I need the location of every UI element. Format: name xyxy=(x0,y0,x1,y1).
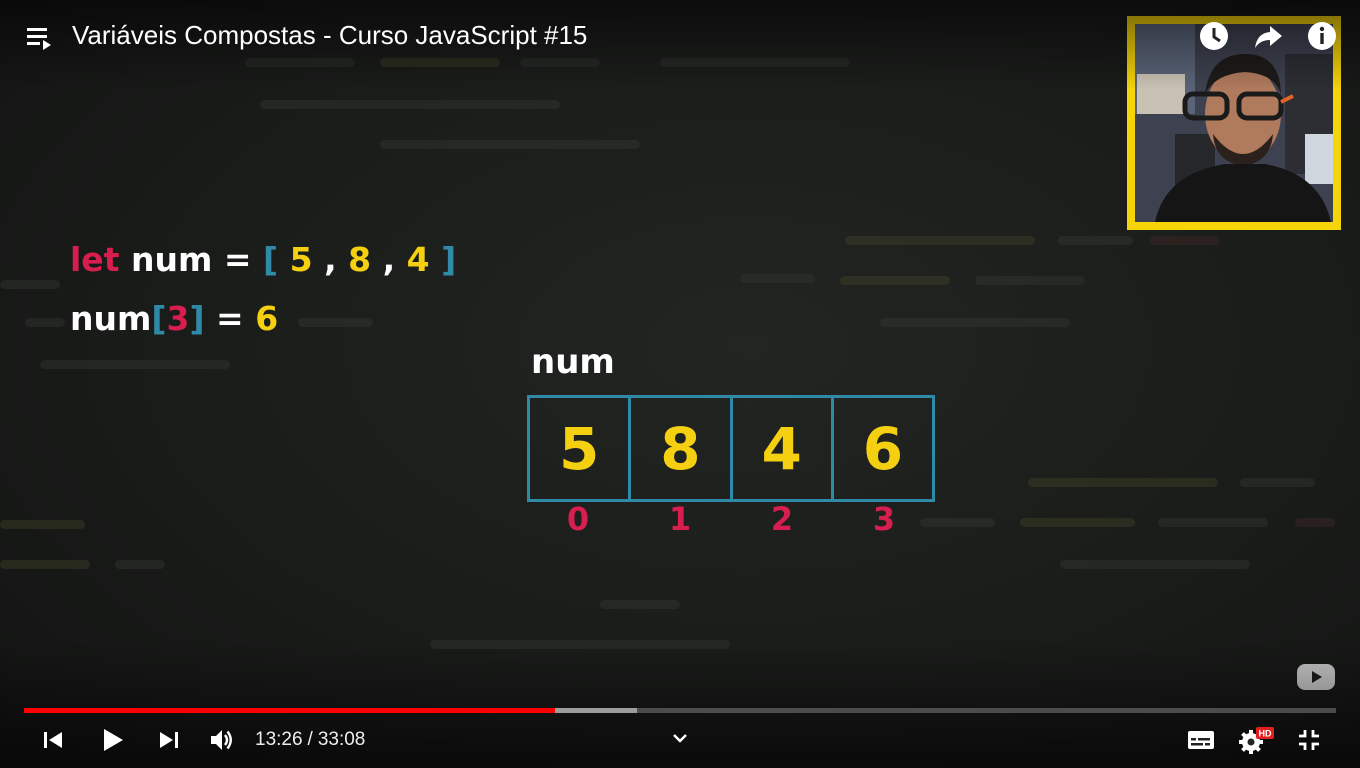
play-icon xyxy=(104,729,123,751)
share-button[interactable] xyxy=(1250,18,1286,54)
time-separator: / xyxy=(307,729,313,750)
exit-fullscreen-button[interactable] xyxy=(1291,722,1327,758)
code-variable: num xyxy=(70,299,152,338)
play-button[interactable] xyxy=(94,722,130,758)
array-cell: 8 xyxy=(631,398,733,499)
code-value: 8 xyxy=(348,240,372,279)
previous-button[interactable] xyxy=(35,722,71,758)
code-equals: = xyxy=(223,240,252,279)
current-time: 13:26 xyxy=(255,729,303,750)
array-cell: 5 xyxy=(530,398,632,499)
hd-badge: HD xyxy=(1259,729,1272,739)
settings-button[interactable]: HD xyxy=(1238,722,1274,758)
chevron-down-icon xyxy=(673,734,687,743)
array-index: 0 xyxy=(566,500,590,538)
array-index: 1 xyxy=(668,500,692,538)
array-cell: 6 xyxy=(862,414,904,483)
volume-icon xyxy=(211,730,232,750)
code-comma: , xyxy=(324,240,337,279)
code-equals: = xyxy=(216,299,244,338)
code-keyword-let: let xyxy=(70,240,120,279)
playlist-icon xyxy=(27,28,51,50)
array-index: 3 xyxy=(872,500,896,538)
exit-fullscreen-icon xyxy=(1299,730,1319,750)
info-button[interactable] xyxy=(1304,18,1340,54)
time-display: 13:26/33:08 xyxy=(255,729,365,751)
array-index-row: 0 1 2 3 xyxy=(527,500,935,538)
code-assigned-value: 6 xyxy=(255,299,279,338)
info-icon xyxy=(1308,22,1336,50)
code-close-bracket: ] xyxy=(441,240,457,279)
previous-icon xyxy=(44,732,62,748)
subtitles-icon xyxy=(1188,731,1214,749)
chapter-chevron-button[interactable] xyxy=(662,720,698,756)
code-line-1: let num = [ 5 , 8 , 4 ] xyxy=(70,240,456,279)
code-variable: num xyxy=(130,240,213,279)
code-comma: , xyxy=(382,240,396,279)
progress-played xyxy=(24,708,556,713)
code-close-bracket: ] xyxy=(189,299,205,338)
video-title[interactable]: Variáveis Compostas - Curso JavaScript #… xyxy=(72,20,587,51)
code-value: 4 xyxy=(406,240,430,279)
array-cell: 4 xyxy=(733,398,834,499)
video-frame[interactable]: let num = [ 5 , 8 , 4 ] num[3] = 6 num 5… xyxy=(0,0,1360,768)
code-open-bracket: [ xyxy=(151,299,167,338)
clock-icon xyxy=(1200,22,1228,50)
code-value: 5 xyxy=(289,240,313,279)
watch-later-button[interactable] xyxy=(1196,18,1232,54)
array-label: num xyxy=(531,342,615,382)
code-open-bracket: [ xyxy=(263,240,279,279)
volume-button[interactable] xyxy=(204,722,240,758)
top-right-actions xyxy=(1196,18,1340,54)
array-index: 2 xyxy=(770,500,794,538)
gear-icon: HD xyxy=(1239,727,1274,754)
array-diagram: 5 8 4 6 xyxy=(527,395,935,502)
code-line-2: num[3] = 6 xyxy=(70,299,278,338)
duration: 33:08 xyxy=(317,729,366,750)
share-icon xyxy=(1255,26,1282,48)
playlist-button[interactable] xyxy=(24,24,58,54)
subtitles-button[interactable] xyxy=(1183,722,1219,758)
next-icon xyxy=(160,732,178,748)
next-button[interactable] xyxy=(151,722,187,758)
code-index: 3 xyxy=(166,299,190,338)
progress-bar[interactable] xyxy=(24,708,1336,713)
